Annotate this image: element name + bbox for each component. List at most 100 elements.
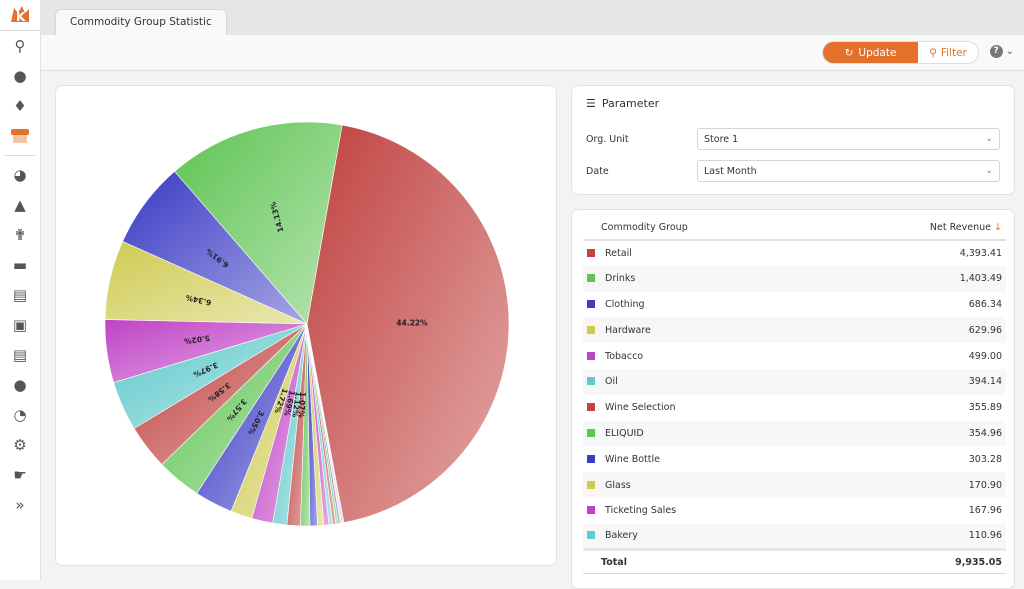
date-value: Last Month: [704, 165, 757, 177]
commodity-group-name: Retail: [605, 247, 632, 259]
table-row[interactable]: Drinks 1,403.49: [583, 265, 1006, 292]
table-row[interactable]: Ticketing Sales 167.96: [583, 498, 1006, 524]
column-header-net-revenue[interactable]: Net Revenue ↓: [828, 216, 1006, 241]
sort-arrow-down-icon: ↓: [994, 222, 1002, 233]
divider: [5, 155, 35, 156]
date-label: Date: [586, 165, 609, 177]
net-revenue-value: 686.34: [968, 298, 1002, 310]
commodity-group-name: Wine Selection: [605, 402, 676, 414]
color-swatch: [587, 403, 595, 412]
search-icon[interactable]: ⚲: [0, 31, 40, 61]
color-swatch: [587, 274, 595, 283]
chevron-down-icon: ⌄: [985, 166, 993, 176]
svg-text:K: K: [16, 10, 26, 24]
app-logo[interactable]: K: [0, 0, 40, 31]
commodity-group-name: Wine Bottle: [605, 453, 660, 465]
net-revenue-value: 170.90: [828, 472, 1006, 498]
org-unit-value: Store 1: [704, 133, 739, 145]
update-button[interactable]: ↻ Update: [823, 42, 918, 63]
expand-icon[interactable]: »: [0, 490, 40, 520]
color-swatch: [587, 531, 595, 540]
table-row[interactable]: Wine Bottle 303.28: [583, 446, 1006, 472]
refresh-icon: ↻: [844, 46, 854, 59]
parameter-card: ☰ Parameter Org. Unit Store 1 ⌄ Date Last …: [571, 85, 1015, 195]
table-row[interactable]: Retail 4,393.41: [583, 240, 1006, 266]
table-row[interactable]: Glass 170.90: [583, 472, 1006, 498]
color-swatch: [587, 480, 595, 489]
receipt-icon[interactable]: ▤: [0, 280, 40, 310]
tab-bar: Commodity Group Statistic: [41, 0, 1024, 35]
parameter-title: Parameter: [601, 97, 660, 110]
total-row: Total 9,935.05: [583, 548, 1006, 575]
color-swatch: [587, 248, 595, 257]
commodity-group-name: Ticketing Sales: [605, 505, 677, 517]
pie-data-label: 1.07%: [297, 392, 308, 419]
commodity-group-name: Drinks: [605, 273, 636, 285]
user-icon[interactable]: ●: [0, 61, 40, 91]
net-revenue-value: 394.14: [828, 368, 1006, 395]
total-value: 9,935.05: [828, 548, 1006, 575]
commodity-group-name: Glass: [605, 479, 631, 491]
table-row[interactable]: Tobacco 499.00: [583, 343, 1006, 369]
gear-icon[interactable]: ⚙: [0, 430, 40, 460]
customers-icon[interactable]: ●: [0, 370, 40, 400]
pie-chart-icon[interactable]: ◔: [0, 400, 40, 430]
sliders-icon: ☰: [586, 97, 596, 110]
table-row[interactable]: Wine Selection 355.89: [583, 395, 1006, 421]
color-swatch: [587, 351, 595, 360]
table-row[interactable]: Oil 394.14: [583, 368, 1006, 395]
bell-icon[interactable]: ♦: [0, 91, 40, 121]
commodity-group-name: Oil: [605, 376, 618, 388]
color-swatch: [587, 506, 595, 515]
chart-card: 44.22% 14.13% 6.91% 6.34% 5.02% 3.97% 3.58% 3.5…: [55, 85, 557, 566]
color-swatch: [587, 428, 595, 437]
revenue-table-card: Commodity Group Net Revenue ↓ Retail 4,39…: [571, 209, 1015, 589]
color-swatch: [587, 299, 595, 308]
help-icon: ?: [989, 45, 1003, 58]
ticket-icon[interactable]: ▬: [0, 250, 40, 280]
filter-button[interactable]: ⚲ Filter: [918, 42, 978, 63]
commodity-group-name: Hardware: [605, 324, 651, 336]
net-revenue-value: 110.96: [828, 523, 1006, 550]
dashboard-gauge-icon[interactable]: ◕: [0, 160, 40, 190]
color-swatch: [587, 325, 595, 334]
handshake-icon[interactable]: ☛: [0, 460, 40, 490]
filter-label: Filter: [940, 46, 967, 59]
net-revenue-label: Net Revenue: [929, 222, 991, 233]
pie-chart: 44.22%14.13%6.91%6.34%5.02%3.97%3.58%3.5…: [104, 121, 510, 527]
table-row[interactable]: Hardware 629.96: [583, 317, 1006, 344]
commodity-group-name: Bakery: [605, 530, 638, 542]
net-revenue-value: 4,393.41: [959, 247, 1002, 259]
toolbar: ↻ Update ⚲ Filter ? ⌄: [41, 35, 1024, 71]
net-revenue-value: 1,403.49: [828, 265, 1006, 292]
products-icon[interactable]: ▲: [0, 190, 40, 220]
date-select[interactable]: Last Month ⌄: [697, 160, 1000, 182]
org-unit-select[interactable]: Store 1 ⌄: [697, 128, 1000, 150]
net-revenue-value: 629.96: [828, 317, 1006, 344]
commodity-group-name: Tobacco: [605, 350, 644, 362]
total-label: Total: [583, 548, 829, 575]
net-revenue-value: 354.96: [828, 420, 1006, 447]
help-menu[interactable]: ? ⌄: [989, 45, 1014, 58]
store-icon[interactable]: [0, 121, 40, 151]
gift-icon[interactable]: ▣: [0, 310, 40, 340]
table-row[interactable]: ELIQUID 354.96: [583, 420, 1006, 447]
net-revenue-value: 355.89: [968, 402, 1002, 414]
revenue-table: Commodity Group Net Revenue ↓ Retail 4,39…: [583, 216, 1006, 575]
cash-drawer-icon[interactable]: ▤: [0, 340, 40, 370]
chevron-down-icon: ⌄: [1005, 46, 1014, 57]
table-row[interactable]: Clothing 686.34: [583, 292, 1006, 318]
org-unit-label: Org. Unit: [586, 133, 629, 145]
pie-data-label: 44.22%: [396, 319, 428, 328]
chevron-down-icon: ⌄: [985, 134, 993, 144]
tab-commodity-group-statistic[interactable]: Commodity Group Statistic: [55, 9, 227, 35]
net-revenue-value: 167.96: [968, 505, 1002, 517]
column-header-commodity-group[interactable]: Commodity Group: [583, 216, 829, 241]
net-revenue-value: 303.28: [968, 453, 1002, 465]
update-label: Update: [858, 46, 897, 59]
table-row[interactable]: Bakery 110.96: [583, 523, 1006, 550]
commodity-group-name: ELIQUID: [605, 427, 644, 439]
commodity-group-name: Clothing: [605, 298, 645, 310]
fork-knife-icon[interactable]: ✟: [0, 220, 40, 250]
color-swatch: [587, 454, 595, 463]
